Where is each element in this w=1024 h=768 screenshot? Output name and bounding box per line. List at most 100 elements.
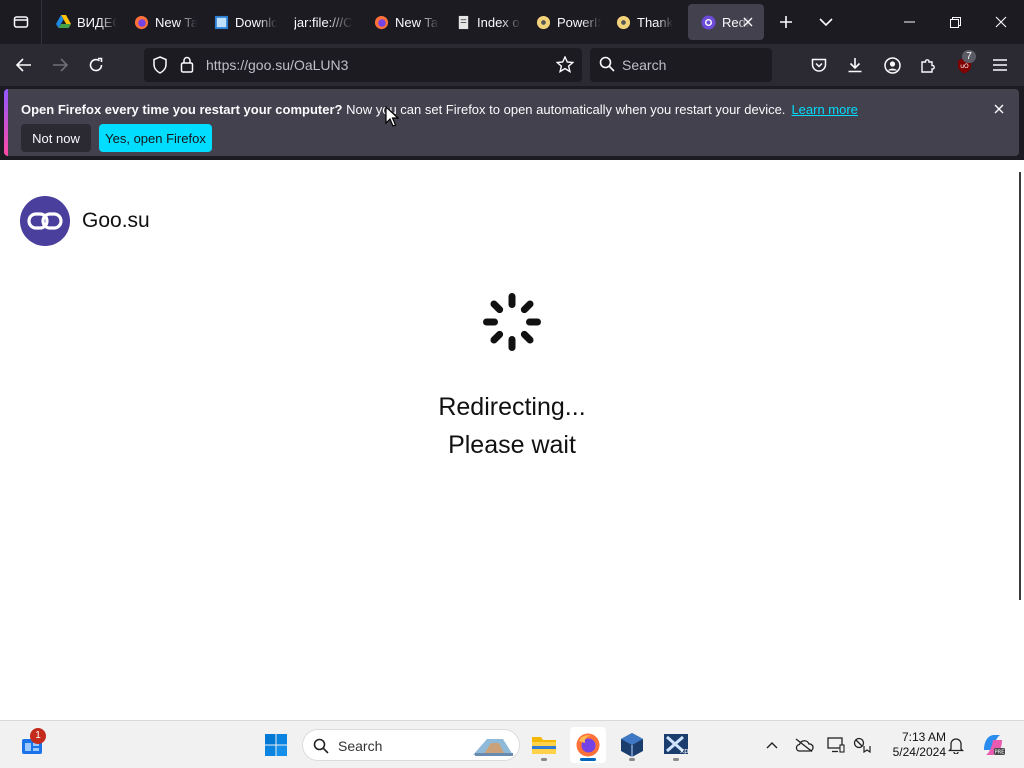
forward-button[interactable] xyxy=(44,49,76,81)
close-notification-button[interactable] xyxy=(991,101,1007,117)
goo-su-logo xyxy=(20,196,70,246)
minimize-button[interactable] xyxy=(886,0,932,44)
extensions-button[interactable] xyxy=(912,49,944,81)
firefox-view-icon xyxy=(13,16,28,28)
tab-redirecting-active[interactable]: Redirecting xyxy=(688,4,764,40)
notification-bold-text: Open Firefox every time you restart your… xyxy=(21,102,343,117)
taskbar-search-box[interactable]: Search xyxy=(302,729,520,761)
svg-text:xp: xp xyxy=(680,747,689,755)
tab-thank[interactable]: Thank xyxy=(603,4,681,40)
search-icon xyxy=(313,738,329,759)
tracking-protection-shield-icon[interactable] xyxy=(152,56,168,79)
search-icon xyxy=(599,56,615,77)
search-bar[interactable]: Search xyxy=(590,48,772,82)
default-browser-notification: Open Firefox every time you restart your… xyxy=(4,89,1019,156)
disc-icon xyxy=(616,15,631,30)
tab-new-tab-1[interactable]: New Tab xyxy=(121,4,197,40)
close-icon xyxy=(995,16,1007,28)
tab-download[interactable]: Download xyxy=(201,4,277,40)
chevron-down-icon xyxy=(819,17,833,26)
firefox-icon xyxy=(134,15,149,30)
loading-spinner-icon xyxy=(483,293,541,351)
pocket-button[interactable] xyxy=(803,49,835,81)
tab-videos[interactable]: ВИДЕО xyxy=(43,4,117,40)
running-indicator xyxy=(541,758,547,761)
svg-text:PRE: PRE xyxy=(995,750,1005,756)
tab-jar-file[interactable]: jar:file:///C xyxy=(281,4,357,40)
virtual-machine-xp-button[interactable]: xp xyxy=(658,727,694,763)
copilot-button[interactable]: PRE xyxy=(978,730,1008,760)
svg-text:uO: uO xyxy=(960,63,969,70)
yes-open-firefox-button[interactable]: Yes, open Firefox xyxy=(99,124,212,152)
notification-center-button[interactable] xyxy=(944,733,968,757)
search-placeholder: Search xyxy=(622,57,667,73)
notification-text: Now you can set Firefox to open automati… xyxy=(342,102,786,117)
tab-index-of[interactable]: Index of xyxy=(443,4,521,40)
account-icon xyxy=(883,56,901,74)
system-clock[interactable]: 7:13 AM 5/24/2024 xyxy=(880,730,946,760)
chevron-up-icon xyxy=(766,742,778,749)
widgets-notification-badge: 1 xyxy=(30,728,46,744)
puzzle-icon xyxy=(921,59,935,73)
clock-time: 7:13 AM xyxy=(901,730,946,744)
network-icon xyxy=(853,737,871,753)
notification-accent xyxy=(4,89,8,156)
disc-icon xyxy=(536,15,551,30)
lock-icon[interactable] xyxy=(180,56,194,78)
close-window-button[interactable] xyxy=(978,0,1024,44)
address-bar[interactable]: https://goo.su/OaLUN3 xyxy=(144,48,582,82)
mouse-cursor-icon xyxy=(385,106,399,127)
bell-icon xyxy=(948,737,964,754)
site-brand-name: Goo.su xyxy=(82,209,150,232)
taskbar-search-placeholder: Search xyxy=(338,738,383,754)
download-icon xyxy=(848,58,862,73)
network-volume-tray-button[interactable] xyxy=(850,733,874,757)
file-explorer-button[interactable] xyxy=(526,727,562,763)
tab-strip: ВИДЕО New Tab Download jar:file:///C New… xyxy=(0,0,1024,44)
hamburger-icon xyxy=(993,59,1007,71)
not-now-button[interactable]: Not now xyxy=(21,124,91,152)
tab-poweriso[interactable]: PowerISO xyxy=(523,4,601,40)
firefox-taskbar-button[interactable] xyxy=(570,727,606,763)
onedrive-tray-button[interactable] xyxy=(792,733,816,757)
firefox-view-button[interactable] xyxy=(0,0,42,44)
close-icon xyxy=(994,104,1004,114)
goo-su-icon xyxy=(701,14,716,30)
back-button[interactable] xyxy=(8,49,40,81)
downloads-button[interactable] xyxy=(839,49,871,81)
windows-logo-icon xyxy=(265,734,287,756)
virtualbox-icon xyxy=(621,733,643,757)
url-text[interactable]: https://goo.su/OaLUN3 xyxy=(206,57,348,73)
running-indicator xyxy=(629,758,635,761)
display-tray-button[interactable] xyxy=(824,733,848,757)
tab-new-tab-2[interactable]: New Tab xyxy=(361,4,439,40)
show-hidden-icons-button[interactable] xyxy=(760,733,784,757)
scrollbar[interactable] xyxy=(1019,172,1021,600)
back-arrow-icon xyxy=(16,58,31,72)
pocket-icon xyxy=(811,58,827,72)
copilot-icon: PRE xyxy=(984,735,1005,756)
clock-date: 5/24/2024 xyxy=(892,745,946,759)
new-tab-button[interactable] xyxy=(768,4,804,40)
reload-icon xyxy=(89,57,103,72)
minimize-icon xyxy=(903,21,915,23)
restore-button[interactable] xyxy=(932,0,978,44)
google-drive-icon xyxy=(56,15,71,30)
bookmark-star-icon[interactable] xyxy=(555,55,575,78)
virtualbox-taskbar-button[interactable] xyxy=(614,727,650,763)
download-page-icon xyxy=(214,15,229,30)
forward-arrow-icon xyxy=(53,58,68,72)
firefox-icon xyxy=(576,733,600,757)
start-button[interactable] xyxy=(258,727,294,763)
reload-button[interactable] xyxy=(80,49,112,81)
close-tab-button[interactable] xyxy=(740,14,756,30)
learn-more-link[interactable]: Learn more xyxy=(791,102,857,117)
list-all-tabs-button[interactable] xyxy=(808,4,844,40)
search-highlight-icon xyxy=(469,733,517,764)
folder-icon xyxy=(532,737,556,754)
redirect-message: Redirecting... Please wait xyxy=(0,388,1024,464)
menu-button[interactable] xyxy=(984,49,1016,81)
account-button[interactable] xyxy=(876,49,908,81)
active-indicator xyxy=(580,758,596,761)
firefox-icon xyxy=(374,15,389,30)
